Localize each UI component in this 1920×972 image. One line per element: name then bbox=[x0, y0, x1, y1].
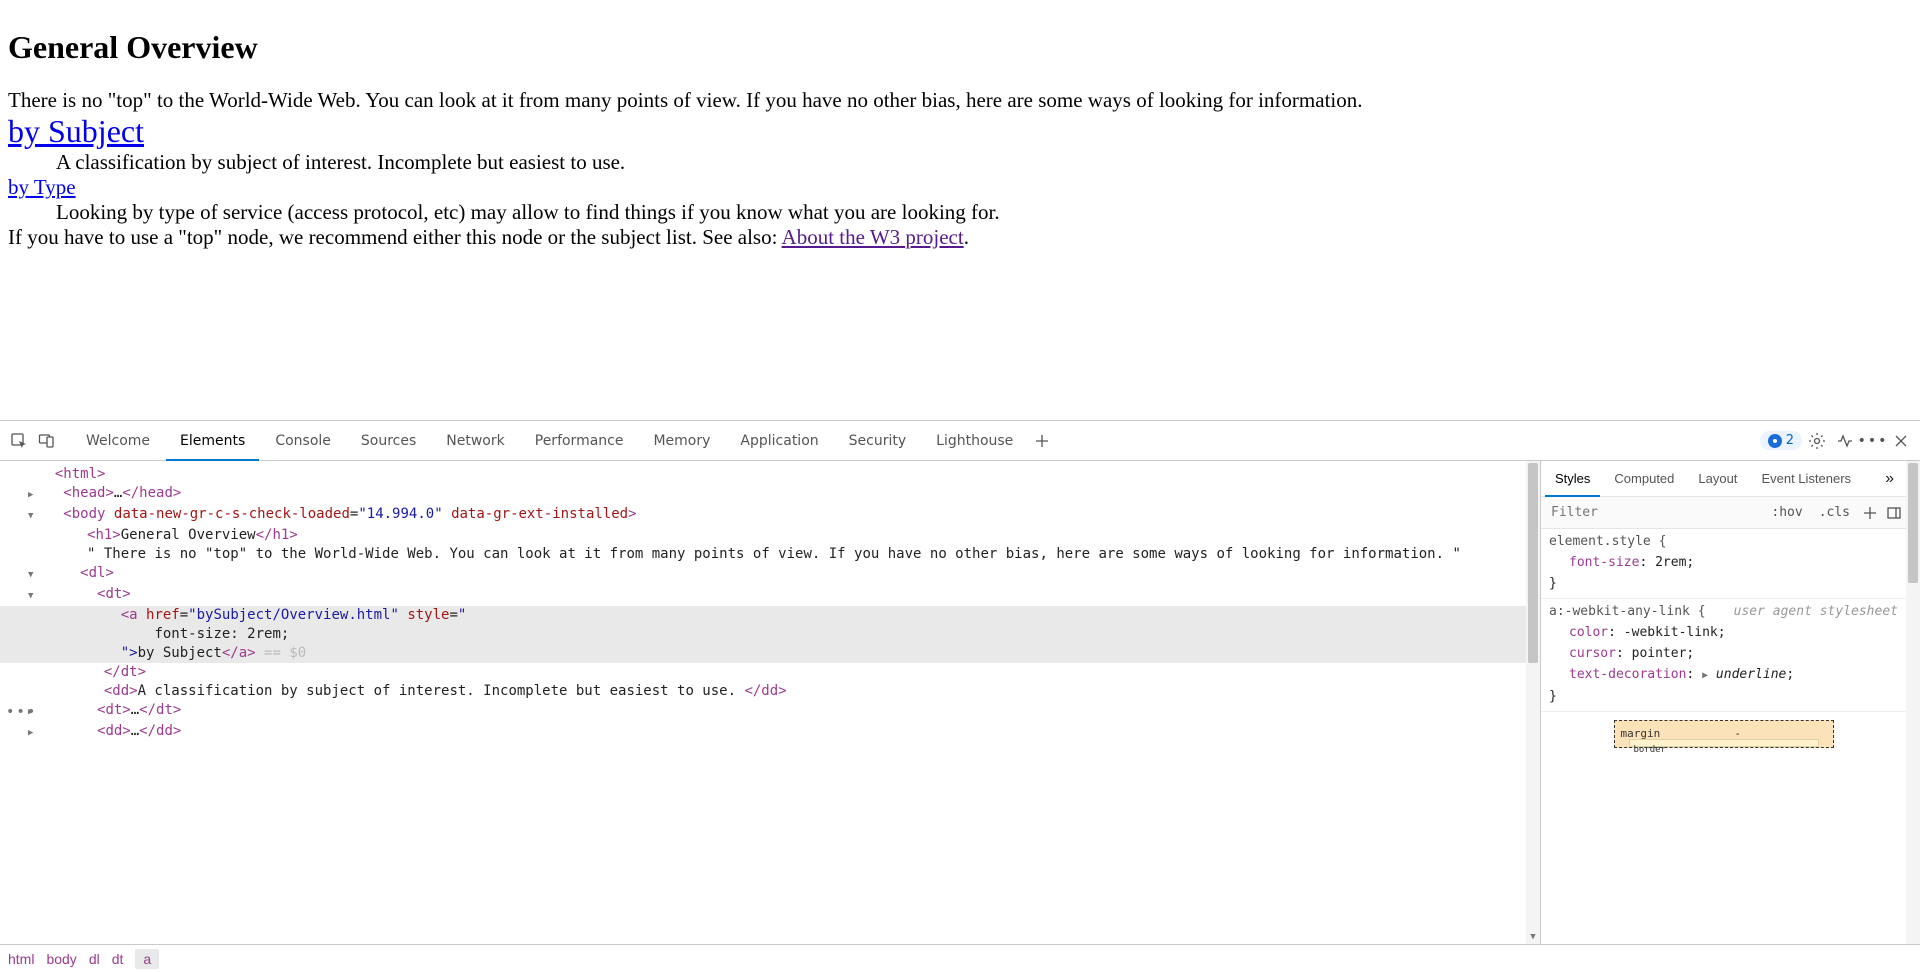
link-by-type[interactable]: by Type bbox=[8, 175, 76, 199]
styles-rules[interactable]: element.style { font-size: 2rem; } a:-we… bbox=[1541, 529, 1906, 944]
dom-selected-node[interactable]: <a href="bySubject/Overview.html" style=… bbox=[0, 606, 1540, 625]
rule-ua-anylink[interactable]: a:-webkit-any-link { bbox=[1549, 604, 1706, 619]
settings-icon[interactable] bbox=[1804, 428, 1830, 454]
close-devtools-icon[interactable] bbox=[1888, 428, 1914, 454]
cls-toggle[interactable]: .cls bbox=[1811, 505, 1858, 520]
styles-more-icon[interactable]: » bbox=[1877, 470, 1902, 488]
new-rule-icon[interactable] bbox=[1858, 506, 1882, 520]
styles-tab-styles[interactable]: Styles bbox=[1545, 461, 1600, 497]
crumb-a[interactable]: a bbox=[135, 949, 159, 969]
tab-memory[interactable]: Memory bbox=[639, 421, 724, 461]
issues-count: 2 bbox=[1786, 433, 1794, 448]
toggle-sidebar-icon[interactable] bbox=[1882, 506, 1906, 520]
tab-network[interactable]: Network bbox=[432, 421, 518, 461]
devtools: Welcome Elements Console Sources Network… bbox=[0, 420, 1920, 972]
activity-icon[interactable] bbox=[1832, 428, 1858, 454]
page-title: General Overview bbox=[8, 29, 1912, 66]
dom-breadcrumbs: html body dl dt a bbox=[0, 944, 1920, 972]
device-icon[interactable] bbox=[34, 428, 60, 454]
issues-badge[interactable]: 2 bbox=[1760, 431, 1802, 450]
styles-filter-bar: :hov .cls bbox=[1541, 497, 1906, 529]
dom-head-open[interactable]: <head> bbox=[63, 485, 114, 501]
dom-html-open[interactable]: <html> bbox=[55, 466, 106, 482]
desc-by-type: Looking by type of service (access proto… bbox=[56, 200, 1912, 225]
dom-scrollbar[interactable]: ▼ bbox=[1526, 461, 1540, 944]
crumb-body[interactable]: body bbox=[46, 951, 76, 967]
dom-tree-pane[interactable]: ••• <html> <head>…</head> <body data-new… bbox=[0, 461, 1540, 944]
crumb-dt[interactable]: dt bbox=[112, 951, 124, 967]
page-footer: If you have to use a "top" node, we reco… bbox=[8, 225, 1912, 250]
link-by-subject[interactable]: by Subject bbox=[8, 113, 144, 149]
hov-toggle[interactable]: :hov bbox=[1763, 505, 1810, 520]
inspect-icon[interactable] bbox=[6, 428, 32, 454]
dom-text-intro[interactable]: " There is no "top" to the World-Wide We… bbox=[87, 546, 1461, 562]
tab-performance[interactable]: Performance bbox=[521, 421, 638, 461]
styles-scrollbar[interactable] bbox=[1906, 461, 1920, 944]
tab-console[interactable]: Console bbox=[261, 421, 345, 461]
tab-sources[interactable]: Sources bbox=[347, 421, 430, 461]
footer-pre: If you have to use a "top" node, we reco… bbox=[8, 225, 782, 249]
tab-application[interactable]: Application bbox=[726, 421, 832, 461]
box-model[interactable]: margin - border bbox=[1541, 712, 1906, 756]
dom-dl[interactable]: <dl> bbox=[80, 565, 114, 581]
styles-tab-events[interactable]: Event Listeners bbox=[1751, 461, 1861, 497]
more-icon[interactable]: ••• bbox=[1860, 428, 1886, 454]
styles-filter-input[interactable] bbox=[1541, 505, 1763, 520]
crumb-dl[interactable]: dl bbox=[89, 951, 100, 967]
page-content: General Overview There is no "top" to th… bbox=[0, 0, 1920, 420]
crumb-html[interactable]: html bbox=[8, 951, 34, 967]
styles-tab-computed[interactable]: Computed bbox=[1604, 461, 1684, 497]
dom-body-open[interactable]: <body bbox=[63, 506, 105, 522]
devtools-tab-strip: Welcome Elements Console Sources Network… bbox=[0, 421, 1920, 461]
styles-pane: Styles Computed Layout Event Listeners »… bbox=[1540, 461, 1920, 944]
add-tab-icon[interactable] bbox=[1029, 428, 1055, 454]
tab-lighthouse[interactable]: Lighthouse bbox=[922, 421, 1027, 461]
tab-elements[interactable]: Elements bbox=[166, 421, 259, 461]
tab-welcome[interactable]: Welcome bbox=[72, 421, 164, 461]
link-about-w3[interactable]: About the W3 project bbox=[782, 225, 964, 249]
styles-tab-layout[interactable]: Layout bbox=[1688, 461, 1747, 497]
dom-dt[interactable]: <dt> bbox=[97, 586, 131, 602]
desc-by-subject: A classification by subject of interest.… bbox=[56, 150, 1912, 175]
rule-element-style[interactable]: element.style { bbox=[1549, 531, 1898, 552]
styles-tab-strip: Styles Computed Layout Event Listeners » bbox=[1541, 461, 1906, 497]
page-intro: There is no "top" to the World-Wide Web.… bbox=[8, 88, 1912, 113]
footer-post: . bbox=[964, 225, 969, 249]
tab-security[interactable]: Security bbox=[835, 421, 921, 461]
